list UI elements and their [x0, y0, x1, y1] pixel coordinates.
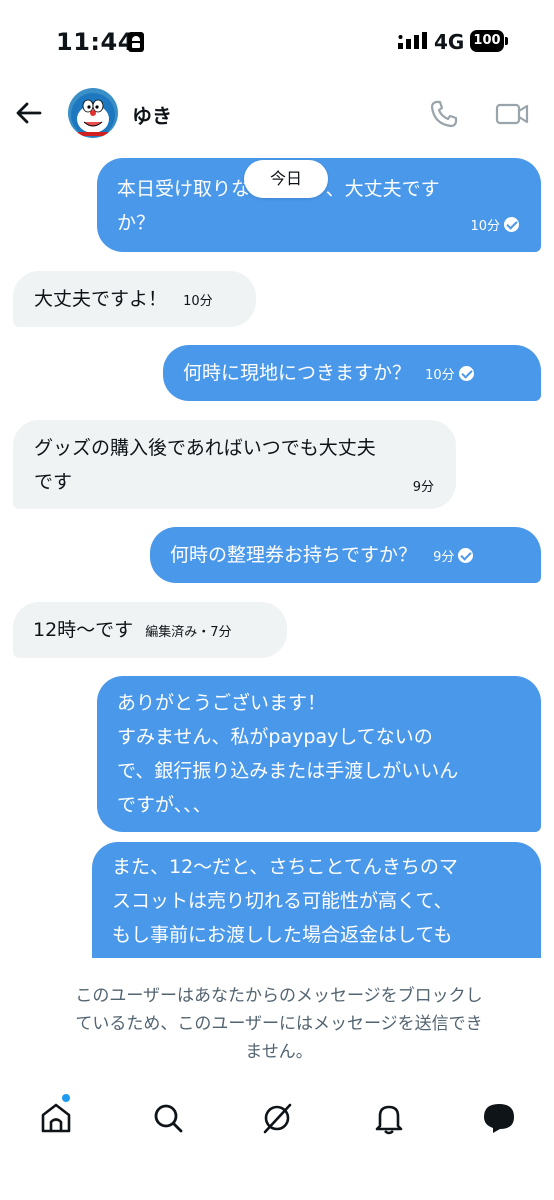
message-text: 何時に現地につきますか？ — [183, 362, 412, 384]
message-text: もし事前にお渡しした場合返金はしても — [112, 924, 453, 946]
message-bubble-sent[interactable]: 何時に現地につきますか？ 10分 — [163, 345, 541, 401]
message-text: か？ — [117, 212, 156, 234]
phone-icon[interactable] — [428, 98, 460, 130]
message-bubble-received[interactable]: 大丈夫ですよ！ 10分 — [13, 271, 256, 327]
message-time: 10分 — [470, 219, 500, 234]
message-bubble-received[interactable]: グッズの購入後であればいつでも大丈夫 です 9分 — [13, 420, 456, 509]
message-text: ですが、、、 — [117, 794, 212, 816]
battery-cap — [505, 37, 508, 45]
sim-card-icon — [128, 32, 144, 52]
message-time: 10分 — [183, 294, 213, 309]
notification-dot — [62, 1094, 70, 1102]
message-text: で、銀行振り込みまたは手渡しがいいん — [117, 760, 459, 782]
message-text: また、12〜だと、さちことてんきちのマ — [112, 856, 458, 878]
blocked-notice-line: このユーザーはあなたからのメッセージをブロックし — [75, 986, 483, 1006]
message-text: 大丈夫ですよ！ — [34, 288, 168, 310]
blocked-notice-line: ません。 — [245, 1042, 313, 1062]
status-time: 11:44 — [56, 28, 135, 56]
avatar[interactable] — [68, 88, 118, 138]
home-indicator-area — [0, 1158, 554, 1200]
blocked-notice-line: ているため、このユーザーにはメッセージを送信でき — [75, 1014, 483, 1034]
network-type: 4G — [434, 30, 465, 54]
message-text: ありがとうございます！ — [117, 692, 327, 714]
message-time: 9分 — [433, 550, 455, 565]
read-check-icon — [504, 217, 519, 232]
notifications-icon[interactable] — [371, 1100, 407, 1136]
message-time: 9分 — [412, 480, 434, 495]
message-time: 編集済み・7分 — [145, 625, 232, 640]
video-call-icon[interactable] — [494, 98, 530, 130]
message-text: スコットは売り切れる可能性が高くて、 — [112, 890, 453, 912]
grok-icon[interactable] — [259, 1100, 295, 1136]
read-check-icon — [458, 366, 474, 381]
message-text: グッズの購入後であればいつでも大丈夫 — [34, 437, 376, 459]
search-icon[interactable] — [150, 1100, 186, 1136]
messages-icon[interactable] — [481, 1100, 517, 1136]
message-text: 12時〜です — [33, 619, 134, 641]
read-check-icon — [458, 548, 474, 563]
message-bubble-received[interactable]: 12時〜です 編集済み・7分 — [13, 602, 287, 658]
message-text: です — [34, 471, 73, 493]
message-bubble-sent[interactable]: 何時の整理券お持ちですか？ 9分 — [150, 527, 541, 583]
chat-username[interactable]: ゆき — [132, 100, 172, 129]
home-icon[interactable] — [38, 1100, 74, 1136]
back-arrow-icon[interactable] — [14, 98, 44, 128]
message-time: 10分 — [425, 368, 455, 383]
battery-icon: 100 — [470, 30, 504, 52]
message-bubble-sent[interactable]: ありがとうございます！ すみません、私がpaypayしてないの で、銀行振り込み… — [97, 676, 541, 832]
blocked-notice: このユーザーはあなたからのメッセージをブロックし ているため、このユーザーにはメ… — [22, 982, 536, 1066]
message-text: 何時の整理券お持ちですか？ — [170, 544, 418, 566]
message-text: すみません、私がpaypayしてないの — [117, 726, 433, 748]
cellular-signal-icon — [398, 32, 427, 49]
date-separator: 今日 — [244, 160, 328, 198]
